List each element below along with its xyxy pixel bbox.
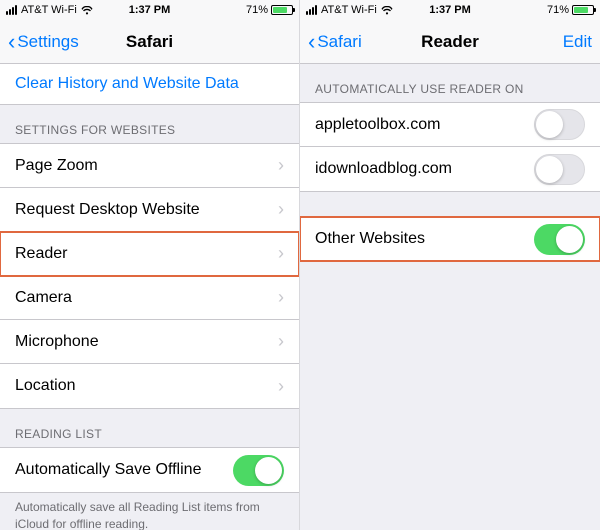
reading-list-section: Automatically Save Offline <box>0 447 299 493</box>
row-label: Location <box>15 377 76 395</box>
row-label: Request Desktop Website <box>15 201 200 219</box>
section-header-reading-list: READING LIST <box>0 409 299 447</box>
safari-settings-screen: AT&T Wi-Fi 1:37 PM 71% ‹ Settings Safari… <box>0 0 300 530</box>
row-label: Microphone <box>15 333 99 351</box>
clear-history-link[interactable]: Clear History and Website Data <box>0 64 299 105</box>
row-microphone[interactable]: Microphone › <box>0 320 299 364</box>
section-header-auto-reader: AUTOMATICALLY USE READER ON <box>300 64 600 102</box>
row-site-appletoolbox[interactable]: appletoolbox.com <box>300 103 600 147</box>
section-header-websites: SETTINGS FOR WEBSITES <box>0 105 299 143</box>
row-label: Page Zoom <box>15 157 98 175</box>
reader-sites-list: appletoolbox.com idownloadblog.com <box>300 102 600 192</box>
chevron-right-icon: › <box>278 155 284 176</box>
websites-list: Page Zoom › Request Desktop Website › Re… <box>0 143 299 409</box>
status-time: 1:37 PM <box>0 4 299 16</box>
row-site-idownloadblog[interactable]: idownloadblog.com <box>300 147 600 191</box>
row-label: idownloadblog.com <box>315 160 452 178</box>
row-location[interactable]: Location › <box>0 364 299 408</box>
row-other-websites[interactable]: Other Websites <box>300 217 600 261</box>
status-bar: AT&T Wi-Fi 1:37 PM 71% <box>300 0 600 20</box>
battery-icon <box>271 5 293 15</box>
row-camera[interactable]: Camera › <box>0 276 299 320</box>
status-bar: AT&T Wi-Fi 1:37 PM 71% <box>0 0 299 20</box>
back-label: Safari <box>317 32 361 52</box>
chevron-right-icon: › <box>278 243 284 264</box>
auto-save-footer: Automatically save all Reading List item… <box>0 493 299 530</box>
row-reader[interactable]: Reader › <box>0 232 299 276</box>
reader-settings-screen: AT&T Wi-Fi 1:37 PM 71% ‹ Safari Reader E… <box>300 0 600 530</box>
nav-bar: ‹ Safari Reader Edit <box>300 20 600 64</box>
other-websites-section: Other Websites <box>300 216 600 262</box>
content-scroll[interactable]: AUTOMATICALLY USE READER ON appletoolbox… <box>300 64 600 530</box>
row-auto-save-offline[interactable]: Automatically Save Offline <box>0 448 299 492</box>
nav-bar: ‹ Settings Safari <box>0 20 299 64</box>
chevron-right-icon: › <box>278 199 284 220</box>
content-scroll[interactable]: Clear History and Website Data SETTINGS … <box>0 64 299 530</box>
row-request-desktop[interactable]: Request Desktop Website › <box>0 188 299 232</box>
chevron-left-icon: ‹ <box>308 31 315 53</box>
chevron-right-icon: › <box>278 287 284 308</box>
edit-button[interactable]: Edit <box>563 32 592 52</box>
row-page-zoom[interactable]: Page Zoom › <box>0 144 299 188</box>
toggle-auto-save-offline[interactable] <box>233 455 284 486</box>
toggle-idownloadblog[interactable] <box>534 154 585 185</box>
row-label: Other Websites <box>315 230 425 248</box>
chevron-left-icon: ‹ <box>8 31 15 53</box>
chevron-right-icon: › <box>278 331 284 352</box>
row-label: appletoolbox.com <box>315 116 440 134</box>
battery-icon <box>572 5 594 15</box>
toggle-other-websites[interactable] <box>534 224 585 255</box>
back-button[interactable]: ‹ Settings <box>8 31 79 53</box>
status-time: 1:37 PM <box>300 4 600 16</box>
back-label: Settings <box>17 32 78 52</box>
toggle-appletoolbox[interactable] <box>534 109 585 140</box>
row-label: Automatically Save Offline <box>15 461 201 479</box>
chevron-right-icon: › <box>278 376 284 397</box>
back-button[interactable]: ‹ Safari <box>308 31 362 53</box>
row-label: Camera <box>15 289 72 307</box>
row-label: Reader <box>15 245 67 263</box>
